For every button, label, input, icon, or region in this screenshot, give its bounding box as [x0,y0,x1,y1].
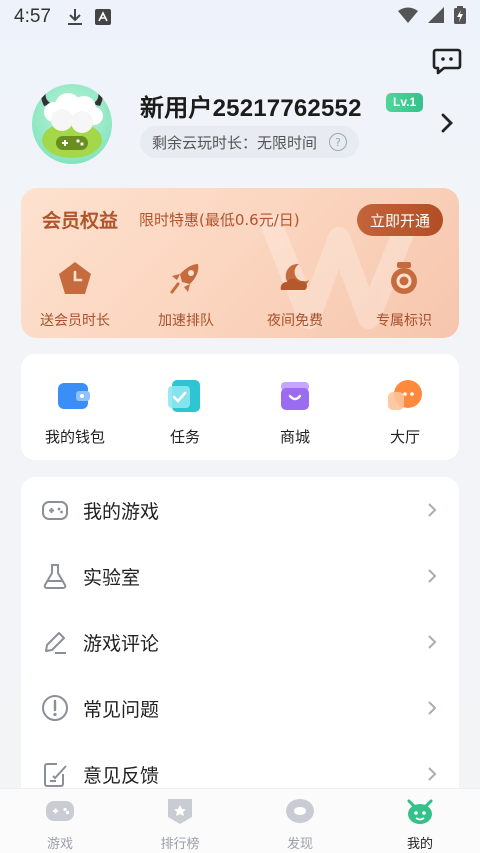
chat-bubble-icon [388,380,422,410]
member-benefits-card[interactable]: 会员权益 限时特惠(最低0.6元/日) 立即开通 送会员时长 加速排队 夜间免费 [21,188,459,338]
tab-ranking[interactable]: 排行榜 [120,789,240,853]
quick-action-label: 我的钱包 [44,428,105,446]
mine-tab-icon [407,799,433,824]
clock-icon [59,262,91,294]
quick-actions-card: 我的钱包 任务 商城 大厅 [21,354,459,460]
bottom-navigation: 游戏 排行榜 发现 我的 [0,788,480,853]
tab-label: 我的 [406,837,433,852]
chevron-right-icon [441,113,453,133]
game-tab-icon [46,801,74,821]
chat-icon [432,48,462,75]
benefit-label: 专属标识 [376,313,432,329]
menu-item-faq[interactable]: 常见问题 [21,675,459,741]
gamepad-icon [42,501,68,520]
wifi-icon [398,7,418,28]
member-title: 会员权益 [42,210,119,232]
menu-item-label: 我的游戏 [83,500,160,523]
chevron-right-icon [428,569,437,583]
tab-games[interactable]: 游戏 [0,789,120,853]
menu-list: 我的游戏 实验室 游戏评论 常见问题 意见反馈 [21,477,459,817]
menu-item-lab[interactable]: 实验室 [21,543,459,609]
task-icon [168,380,200,412]
remaining-time-pill[interactable]: 剩余云玩时长：无限时间 ? [140,126,360,158]
benefit-label: 送会员时长 [40,313,110,329]
quick-action-label: 商城 [279,428,310,446]
store-icon [281,382,309,410]
discover-tab-icon [286,799,314,823]
menu-item-label: 实验室 [83,566,141,589]
username: 新用户25217762552 [140,95,362,122]
benefit-item[interactable]: 加速排队 [136,260,236,330]
benefit-item[interactable]: 专属标识 [354,260,454,330]
battery-icon [454,5,466,29]
tab-label: 游戏 [46,837,73,852]
menu-item-game-reviews[interactable]: 游戏评论 [21,609,459,675]
ranking-tab-icon [168,799,192,824]
message-button[interactable] [432,46,462,76]
quick-action-wallet[interactable]: 我的钱包 [30,380,120,447]
pencil-icon [45,632,66,654]
signal-icon [428,6,444,28]
flask-icon [43,564,67,589]
app-notification-icon [94,9,111,25]
status-bar: 4:57 [0,0,480,34]
benefit-item[interactable]: 送会员时长 [25,260,125,330]
info-icon [42,695,68,721]
tab-mine[interactable]: 我的 [360,789,480,853]
status-time: 4:57 [14,6,51,27]
download-icon [67,8,83,26]
feedback-icon [44,763,67,787]
menu-item-label: 游戏评论 [83,632,160,655]
rocket-icon [170,264,199,294]
chevron-right-icon [428,767,437,781]
benefit-label: 加速排队 [158,313,214,329]
quick-action-store[interactable]: 商城 [250,380,340,447]
quick-action-lobby[interactable]: 大厅 [360,380,450,447]
open-membership-button[interactable]: 立即开通 [357,204,443,236]
tab-label: 发现 [286,837,313,852]
wallet-icon [58,383,90,409]
menu-item-label: 意见反馈 [83,764,160,787]
member-promo: 限时特惠(最低0.6元/日) [139,211,300,229]
tab-label: 排行榜 [160,837,200,852]
quick-action-label: 任务 [169,428,200,446]
quick-action-label: 大厅 [389,428,420,446]
benefit-item[interactable]: 夜间免费 [245,260,345,330]
medal-icon [391,262,417,294]
tab-discover[interactable]: 发现 [240,789,360,853]
question-icon[interactable]: ? [329,133,348,151]
profile-detail-arrow[interactable] [440,112,454,134]
avatar[interactable] [32,84,112,164]
avatar-monster-icon [41,92,103,158]
chevron-right-icon [428,503,437,517]
level-badge: Lv.1 [386,93,424,112]
quick-action-task[interactable]: 任务 [140,380,230,447]
chevron-right-icon [428,701,437,715]
remaining-time-label: 剩余云玩时长：无限时间 [152,133,318,152]
menu-item-my-games[interactable]: 我的游戏 [21,477,459,543]
menu-item-label: 常见问题 [83,698,160,721]
benefit-label: 夜间免费 [267,313,323,329]
moon-cloud-icon [280,263,309,290]
chevron-right-icon [428,635,437,649]
